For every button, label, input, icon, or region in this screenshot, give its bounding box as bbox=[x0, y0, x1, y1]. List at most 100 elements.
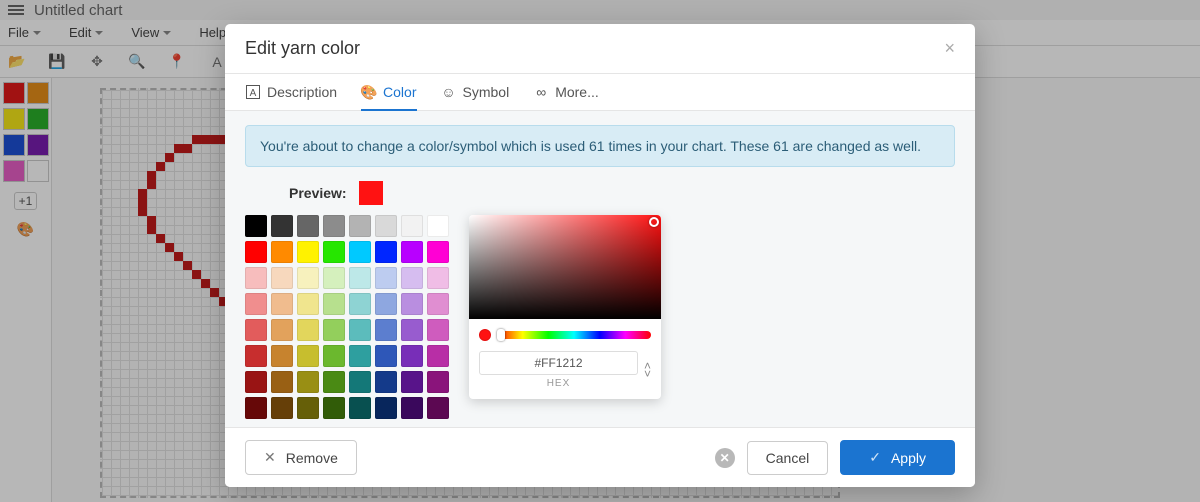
modal-footer: ✕ Remove ✕ Cancel ✓ Apply bbox=[225, 427, 975, 487]
palette-swatch[interactable] bbox=[271, 371, 293, 393]
palette-swatch[interactable] bbox=[375, 215, 397, 237]
text-box-icon: A bbox=[245, 84, 261, 100]
palette-swatch[interactable] bbox=[297, 319, 319, 341]
palette-swatch[interactable] bbox=[323, 397, 345, 419]
palette-swatch[interactable] bbox=[349, 397, 371, 419]
format-toggle-icon[interactable]: ˄˅ bbox=[644, 362, 651, 378]
tab-label: More... bbox=[555, 84, 599, 100]
button-label: Apply bbox=[891, 450, 926, 466]
palette-swatch[interactable] bbox=[427, 397, 449, 419]
palette-swatch[interactable] bbox=[375, 293, 397, 315]
palette-swatch[interactable] bbox=[297, 241, 319, 263]
x-icon: ✕ bbox=[264, 449, 276, 466]
palette-swatch[interactable] bbox=[427, 345, 449, 367]
palette-swatch[interactable] bbox=[375, 319, 397, 341]
palette-swatch[interactable] bbox=[349, 267, 371, 289]
button-label: Remove bbox=[286, 450, 338, 466]
palette-swatch[interactable] bbox=[297, 215, 319, 237]
palette-swatch[interactable] bbox=[401, 397, 423, 419]
palette-swatch[interactable] bbox=[245, 371, 267, 393]
palette-swatch[interactable] bbox=[401, 267, 423, 289]
palette-swatch[interactable] bbox=[349, 215, 371, 237]
palette-swatch[interactable] bbox=[323, 215, 345, 237]
palette-swatch[interactable] bbox=[323, 371, 345, 393]
palette-swatch[interactable] bbox=[245, 397, 267, 419]
palette-swatch[interactable] bbox=[271, 293, 293, 315]
palette-swatch[interactable] bbox=[401, 293, 423, 315]
palette-swatch[interactable] bbox=[401, 241, 423, 263]
tab-symbol[interactable]: ☺ Symbol bbox=[441, 84, 510, 110]
remove-button[interactable]: ✕ Remove bbox=[245, 440, 357, 475]
check-icon: ✓ bbox=[869, 449, 881, 466]
palette-swatch[interactable] bbox=[323, 267, 345, 289]
palette-swatch[interactable] bbox=[271, 319, 293, 341]
saturation-field[interactable] bbox=[469, 215, 661, 319]
palette-swatch[interactable] bbox=[297, 293, 319, 315]
palette-swatch[interactable] bbox=[349, 319, 371, 341]
hue-slider[interactable] bbox=[497, 331, 651, 339]
palette-swatch[interactable] bbox=[349, 293, 371, 315]
palette-swatch[interactable] bbox=[297, 397, 319, 419]
preview-swatch bbox=[359, 181, 383, 205]
palette-swatch[interactable] bbox=[297, 345, 319, 367]
palette-swatch[interactable] bbox=[271, 215, 293, 237]
tab-description[interactable]: A Description bbox=[245, 84, 337, 110]
link-icon: ∞ bbox=[533, 84, 549, 100]
tab-label: Symbol bbox=[463, 84, 510, 100]
palette-swatch[interactable] bbox=[375, 371, 397, 393]
palette-swatch[interactable] bbox=[245, 293, 267, 315]
palette-swatch[interactable] bbox=[271, 267, 293, 289]
apply-button[interactable]: ✓ Apply bbox=[840, 440, 955, 475]
palette-swatch[interactable] bbox=[401, 215, 423, 237]
palette-swatch[interactable] bbox=[427, 371, 449, 393]
hue-cursor[interactable] bbox=[497, 329, 505, 341]
palette-swatch[interactable] bbox=[375, 267, 397, 289]
palette-swatch[interactable] bbox=[401, 319, 423, 341]
palette-swatch[interactable] bbox=[323, 241, 345, 263]
preset-palette bbox=[245, 215, 449, 419]
button-label: Cancel bbox=[766, 450, 810, 466]
saturation-cursor[interactable] bbox=[649, 217, 659, 227]
palette-swatch[interactable] bbox=[427, 241, 449, 263]
modal-tabs: A Description 🎨 Color ☺ Symbol ∞ More... bbox=[225, 74, 975, 111]
tab-label: Color bbox=[383, 84, 416, 100]
svg-text:A: A bbox=[250, 88, 257, 99]
tab-color[interactable]: 🎨 Color bbox=[361, 84, 416, 110]
close-icon[interactable]: × bbox=[944, 38, 955, 59]
modal-overlay: Edit yarn color × A Description 🎨 Color … bbox=[0, 0, 1200, 502]
palette-swatch[interactable] bbox=[245, 215, 267, 237]
tab-more[interactable]: ∞ More... bbox=[533, 84, 599, 110]
modal-title: Edit yarn color bbox=[245, 38, 360, 59]
palette-swatch[interactable] bbox=[349, 371, 371, 393]
palette-swatch[interactable] bbox=[401, 345, 423, 367]
palette-swatch[interactable] bbox=[271, 345, 293, 367]
palette-swatch[interactable] bbox=[245, 241, 267, 263]
palette-swatch[interactable] bbox=[349, 345, 371, 367]
palette-swatch[interactable] bbox=[427, 319, 449, 341]
palette-swatch[interactable] bbox=[323, 345, 345, 367]
palette-swatch[interactable] bbox=[271, 241, 293, 263]
palette-icon: 🎨 bbox=[361, 84, 377, 100]
hex-label: HEX bbox=[479, 378, 638, 389]
hex-input[interactable] bbox=[479, 351, 638, 375]
palette-swatch[interactable] bbox=[245, 345, 267, 367]
palette-swatch[interactable] bbox=[427, 267, 449, 289]
palette-swatch[interactable] bbox=[323, 293, 345, 315]
cancel-button[interactable]: Cancel bbox=[747, 441, 829, 475]
palette-swatch[interactable] bbox=[401, 371, 423, 393]
palette-swatch[interactable] bbox=[271, 397, 293, 419]
palette-swatch[interactable] bbox=[349, 241, 371, 263]
palette-swatch[interactable] bbox=[245, 267, 267, 289]
palette-swatch[interactable] bbox=[375, 241, 397, 263]
palette-swatch[interactable] bbox=[297, 371, 319, 393]
color-picker: HEX ˄˅ bbox=[469, 215, 661, 399]
palette-swatch[interactable] bbox=[323, 319, 345, 341]
help-icon[interactable]: ✕ bbox=[715, 448, 735, 468]
palette-swatch[interactable] bbox=[375, 397, 397, 419]
palette-swatch[interactable] bbox=[245, 319, 267, 341]
palette-swatch[interactable] bbox=[427, 215, 449, 237]
palette-swatch[interactable] bbox=[375, 345, 397, 367]
palette-swatch[interactable] bbox=[297, 267, 319, 289]
palette-swatch[interactable] bbox=[427, 293, 449, 315]
smile-icon: ☺ bbox=[441, 84, 457, 100]
